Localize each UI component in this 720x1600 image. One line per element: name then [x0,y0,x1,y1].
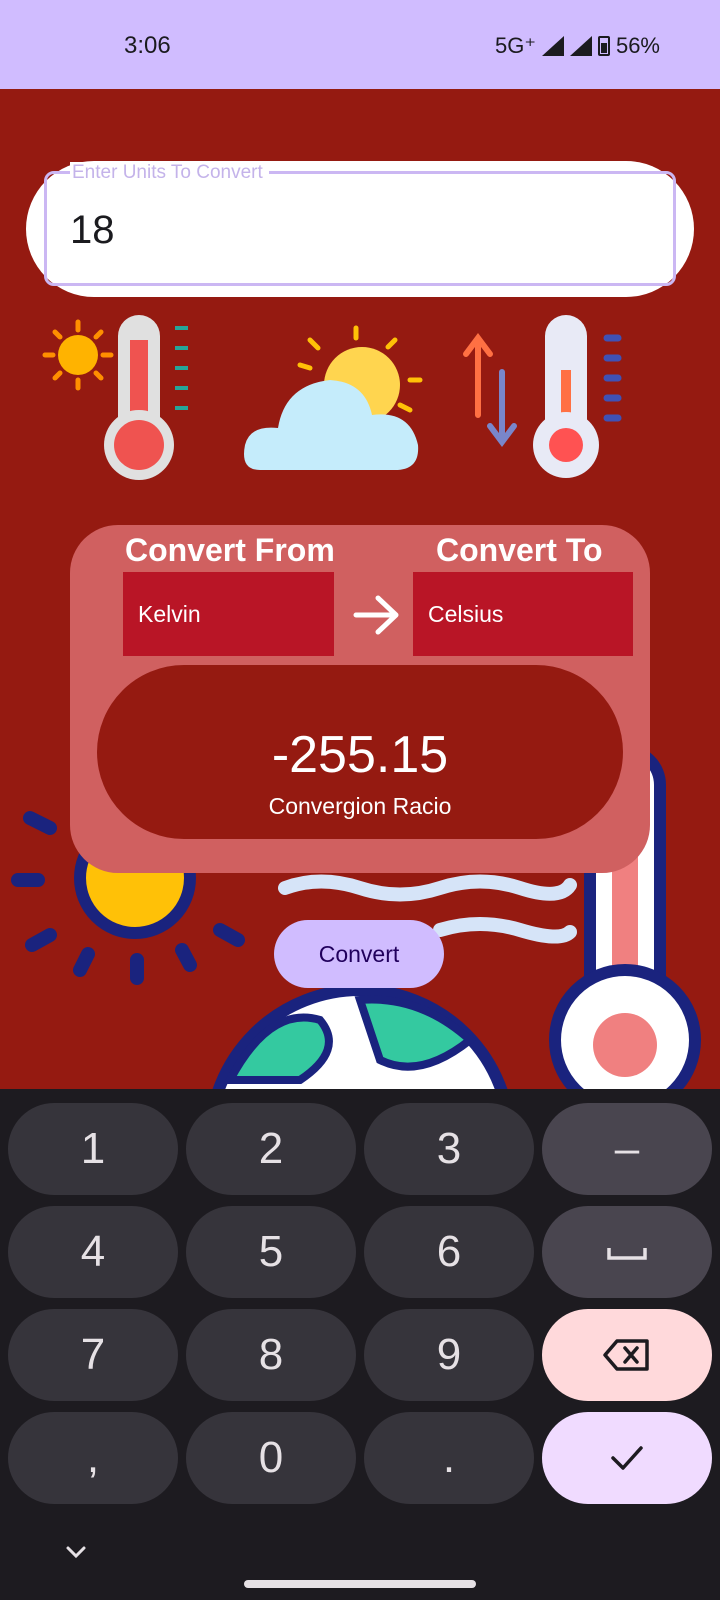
key-minus[interactable]: – [542,1103,712,1195]
status-time: 3:06 [124,32,171,59]
result-caption: Convergion Racio [268,793,452,819]
thermometer-icon [104,315,188,480]
network-type: 5G⁺ [494,33,536,58]
key-9[interactable]: 9 [364,1309,534,1401]
from-unit-select[interactable]: Kelvin [123,572,334,656]
key-0[interactable]: 0 [186,1412,356,1504]
key-comma[interactable]: , [8,1412,178,1504]
key-backspace[interactable] [542,1309,712,1401]
convert-from-label: Convert From [125,532,335,568]
home-indicator[interactable] [244,1580,476,1588]
result-value: -255.15 [271,726,449,784]
key-5[interactable]: 5 [186,1206,356,1298]
weather-icons-row [42,315,622,480]
input-value[interactable]: 18 [70,208,115,253]
units-input[interactable] [44,171,676,286]
convert-button[interactable]: Convert [274,920,444,988]
check-icon [611,1446,643,1470]
key-2[interactable]: 2 [186,1103,356,1195]
signal-icon [541,36,564,56]
key-done[interactable] [542,1412,712,1504]
convert-to-label: Convert To [436,532,603,568]
status-indicators: 5G⁺ 56% [495,33,660,59]
key-8[interactable]: 8 [186,1309,356,1401]
to-unit-select[interactable]: Celsius [413,572,633,656]
input-label: Enter Units To Convert [70,162,269,184]
backspace-icon [603,1339,649,1371]
key-space[interactable] [542,1206,712,1298]
key-4[interactable]: 4 [8,1206,178,1298]
battery-icon [597,36,610,56]
cloud-sun-icon [244,325,423,470]
key-7[interactable]: 7 [8,1309,178,1401]
key-6[interactable]: 6 [364,1206,534,1298]
key-3[interactable]: 3 [364,1103,534,1195]
battery-percent: 56% [615,33,660,58]
arrow-right-icon [353,595,399,635]
chevron-down-icon[interactable] [62,1540,90,1564]
space-icon [607,1248,647,1260]
status-bar: 3:06 5G⁺ 56% [0,0,720,89]
signal-icon-2 [569,36,592,56]
key-dot[interactable]: . [364,1412,534,1504]
temperature-exchange-icon [463,315,622,478]
background-globe-icon [212,984,508,1090]
key-1[interactable]: 1 [8,1103,178,1195]
sun-icon [42,319,114,391]
